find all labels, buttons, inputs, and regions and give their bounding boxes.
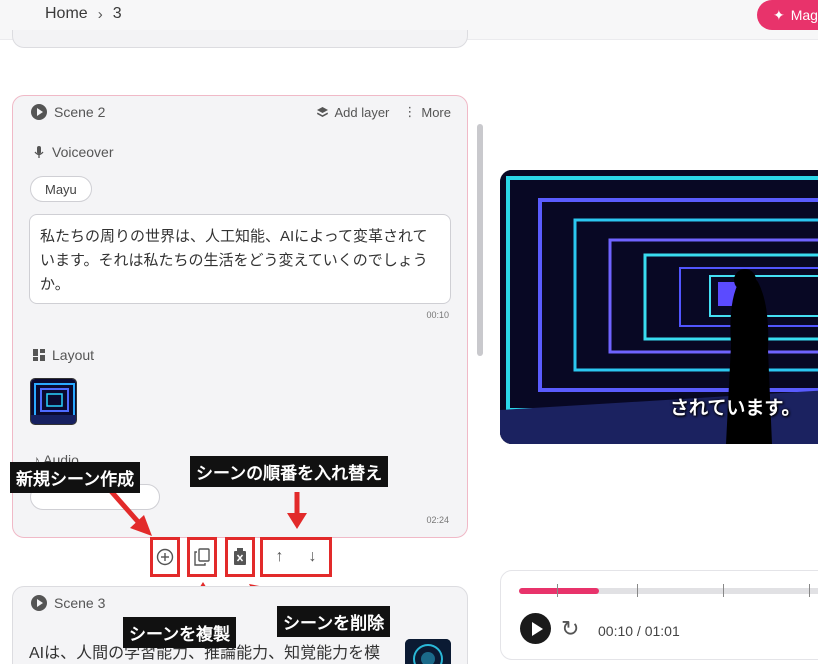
scene-thumbnail [405,639,451,664]
preview-subtitle: されています。 [670,397,801,419]
timeline-progress [519,588,599,594]
annotation-reorder: シーンの順番を入れ替え [190,456,389,487]
scene-card-3[interactable]: Scene 3 AIは、人間の学習能力、推論能力、知覚能力を模 [12,586,468,664]
scene-marker [809,584,810,597]
video-preview[interactable]: されています。 [500,170,818,444]
scene-marker [637,584,638,597]
annotation-duplicate: シーンを複製 [123,617,237,648]
play-button[interactable] [520,613,551,644]
annotation-new-scene: 新規シーン作成 [10,462,141,493]
annotation-delete: シーンを削除 [277,606,391,637]
timeline-track[interactable] [519,584,818,597]
scene-marker [723,584,724,597]
replay-icon[interactable]: ↻ [561,616,579,642]
play-icon[interactable] [31,595,47,611]
scene-title: Scene 3 [54,595,106,611]
scene-header: Scene 3 [31,595,105,611]
player-controls: ↻ 00:10 / 01:01 [500,570,818,660]
playback-time: 00:10 / 01:01 [598,623,680,639]
scene-marker [557,584,558,597]
